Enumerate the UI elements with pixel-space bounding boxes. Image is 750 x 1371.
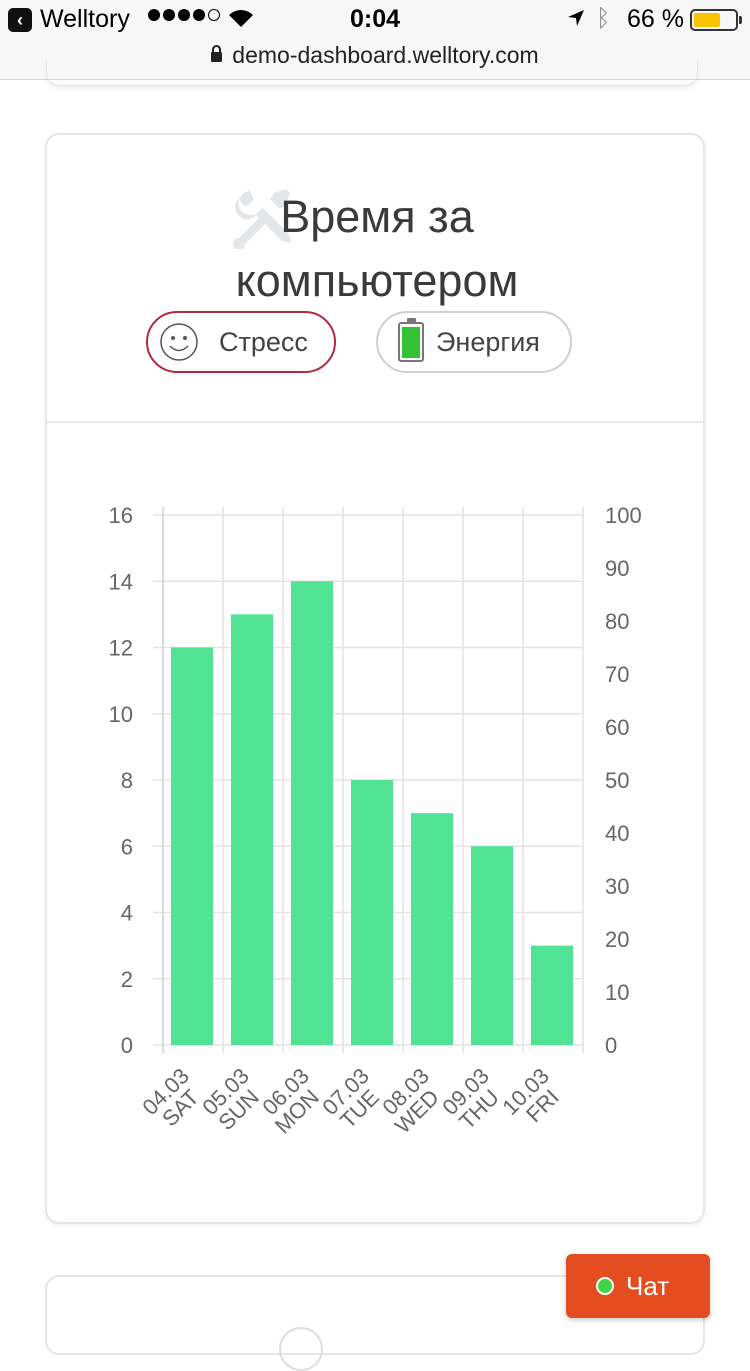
x-tick-label: 07.03TUE	[317, 1063, 384, 1133]
y2-tick-label: 10	[605, 980, 629, 1005]
y-tick-label: 16	[109, 503, 133, 528]
x-tick-label: 09.03THU	[437, 1063, 504, 1134]
y-tick-label: 0	[121, 1033, 133, 1058]
chart-bar	[231, 614, 273, 1045]
chart-bar	[291, 581, 333, 1045]
y2-tick-label: 40	[605, 821, 629, 846]
chat-button-label: Чат	[626, 1270, 670, 1301]
chart-bar	[471, 846, 513, 1045]
chart-bar	[171, 647, 213, 1045]
y-tick-label: 10	[109, 702, 133, 727]
y-tick-label: 14	[109, 569, 133, 594]
online-status-icon	[596, 1277, 614, 1295]
x-tick-label: 05.03SUN	[197, 1063, 264, 1135]
y2-tick-label: 30	[605, 874, 629, 899]
chart-bar	[531, 945, 573, 1045]
chart-bar	[351, 780, 393, 1045]
x-tick-label: 10.03FRI	[497, 1063, 564, 1127]
chat-button[interactable]: Чат	[566, 1254, 710, 1318]
y2-tick-label: 80	[605, 609, 629, 634]
y-tick-label: 12	[109, 636, 133, 661]
y2-tick-label: 50	[605, 768, 629, 793]
y2-tick-label: 90	[605, 556, 629, 581]
x-tick-label: 04.03SAT	[137, 1063, 204, 1131]
y-tick-label: 2	[121, 967, 133, 992]
y2-tick-label: 60	[605, 715, 629, 740]
y2-tick-label: 70	[605, 662, 629, 687]
y-tick-label: 8	[121, 768, 133, 793]
y-tick-label: 4	[121, 901, 133, 926]
chart-bar	[411, 813, 453, 1045]
y2-tick-label: 0	[605, 1033, 617, 1058]
y-tick-label: 6	[121, 834, 133, 859]
y2-tick-label: 100	[605, 503, 642, 528]
y2-tick-label: 20	[605, 927, 629, 952]
bar-chart: 0 2 4 6 8 10 12 14 16 0 10 20 30 40 50 60 70 80 90 100 04.03…	[109, 503, 642, 1138]
